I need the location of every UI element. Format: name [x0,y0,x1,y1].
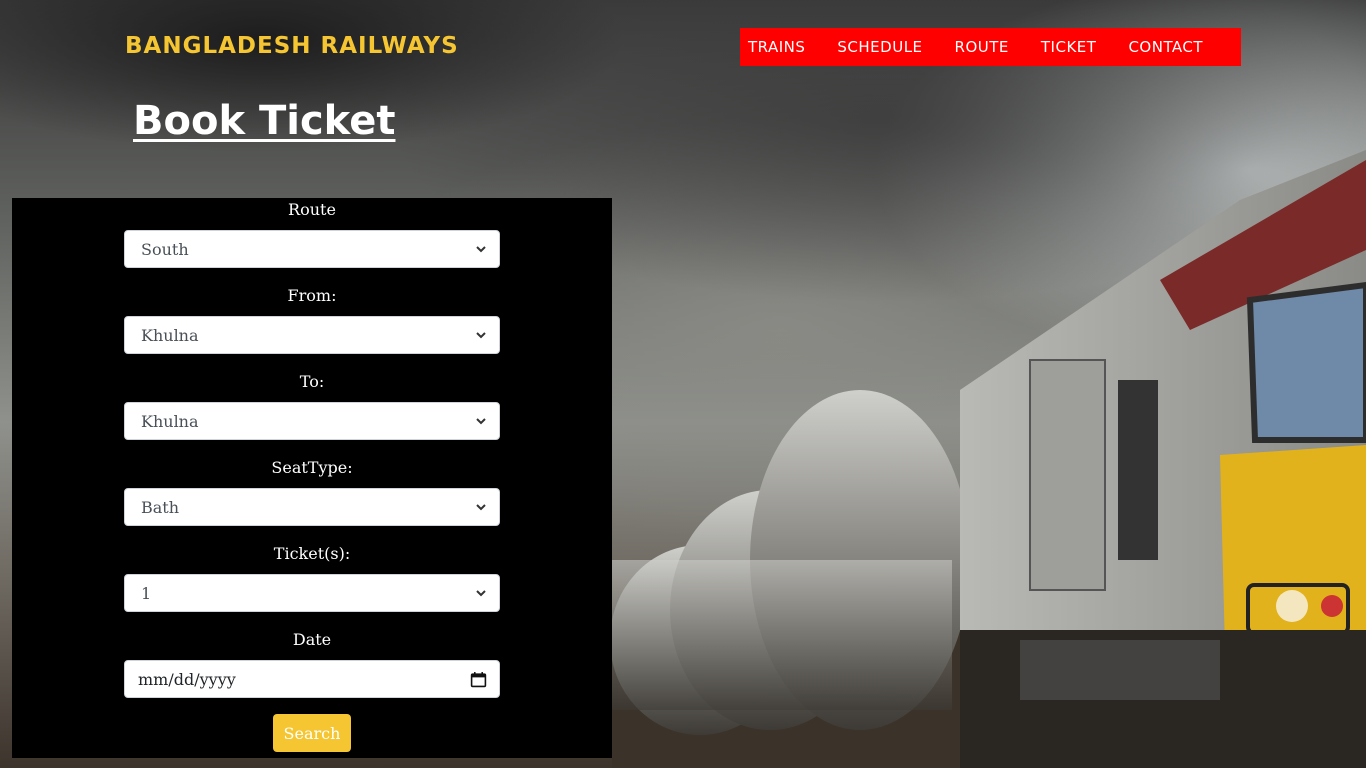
chevron-down-icon [476,418,486,425]
seat-type-value: Bath [141,497,180,517]
route-value: South [141,239,189,259]
booking-form: Route South From: Khulna To: Khulna Seat… [12,198,612,758]
chevron-down-icon [476,504,486,511]
nav-item-schedule[interactable]: SCHEDULE [837,38,922,56]
calendar-icon[interactable] [470,671,487,688]
nav-item-trains[interactable]: TRAINS [748,38,805,56]
nav-item-route[interactable]: ROUTE [955,38,1009,56]
to-select[interactable]: Khulna [124,402,500,440]
seat-type-label: SeatType: [271,458,353,477]
date-placeholder: mm/dd/yyyy [138,669,236,689]
chevron-down-icon [476,332,486,339]
search-button[interactable]: Search [273,714,351,752]
to-value: Khulna [141,411,199,431]
from-value: Khulna [141,325,199,345]
main-nav: TRAINS SCHEDULE ROUTE TICKET CONTACT [740,28,1241,66]
route-label: Route [288,200,336,219]
nav-item-ticket[interactable]: TICKET [1041,38,1097,56]
nav-item-contact[interactable]: CONTACT [1128,38,1203,56]
from-select[interactable]: Khulna [124,316,500,354]
chevron-down-icon [476,590,486,597]
route-select[interactable]: South [124,230,500,268]
from-label: From: [287,286,337,305]
date-input[interactable]: mm/dd/yyyy [124,660,500,698]
tickets-select[interactable]: 1 [124,574,500,612]
tickets-value: 1 [141,583,152,603]
page-title: Book Ticket [133,98,396,144]
date-label: Date [292,630,332,649]
tickets-label: Ticket(s): [273,544,351,563]
seat-type-select[interactable]: Bath [124,488,500,526]
chevron-down-icon [476,246,486,253]
site-brand[interactable]: BANGLADESH RAILWAYS [125,33,459,59]
to-label: To: [299,372,325,391]
